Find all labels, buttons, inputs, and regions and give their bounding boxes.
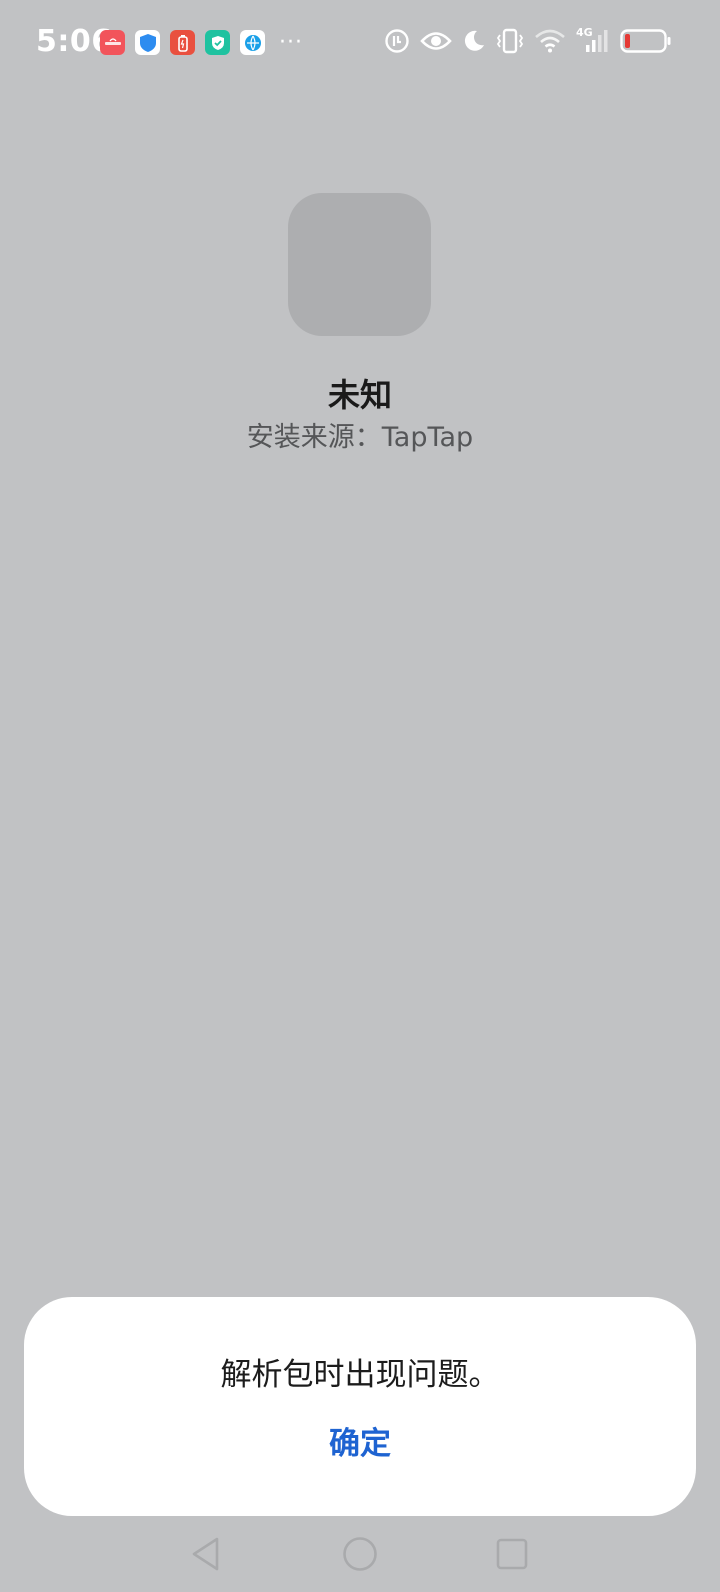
- cellular-signal-icon: 4G: [576, 26, 610, 54]
- app-name: 未知: [327, 376, 392, 414]
- security-shield-icon: [135, 30, 160, 55]
- confirm-button[interactable]: 确定: [310, 1409, 410, 1479]
- data-usage-icon: [385, 29, 409, 53]
- nav-back-button[interactable]: [184, 1532, 228, 1576]
- battery-low-icon: [620, 29, 671, 53]
- error-dialog: 解析包时出现问题。 确定: [24, 1297, 696, 1516]
- install-source-label: 安装来源：TapTap: [246, 422, 474, 453]
- notification-icons: ···: [100, 30, 303, 55]
- huawei-appgallery-icon: [100, 30, 125, 55]
- battery-manager-icon: [170, 30, 195, 55]
- nav-recents-button[interactable]: [490, 1532, 534, 1576]
- app-icon-placeholder: [288, 193, 431, 336]
- wifi-icon: [535, 29, 565, 53]
- home-circle-icon: [343, 1537, 377, 1571]
- status-bar: 5:06 ··· 4G: [0, 0, 720, 86]
- package-installer-screen: 5:06 ··· 4G 未知 安装来源：TapTap 解析包时出现问题。 确定: [0, 0, 720, 1592]
- navigation-bar: [0, 1516, 720, 1592]
- recents-square-icon: [496, 1538, 528, 1570]
- browser-icon: [240, 30, 265, 55]
- do-not-disturb-moon-icon: [464, 30, 484, 51]
- eye-comfort-icon: [420, 32, 452, 50]
- vibrate-icon: [496, 28, 524, 54]
- system-icons: 4G: [384, 26, 672, 54]
- back-triangle-icon: [192, 1537, 219, 1571]
- more-notifications-icon: ···: [279, 30, 303, 55]
- nav-home-button[interactable]: [338, 1532, 382, 1576]
- dialog-message: 解析包时出现问题。: [220, 1357, 500, 1393]
- phone-manager-icon: [205, 30, 230, 55]
